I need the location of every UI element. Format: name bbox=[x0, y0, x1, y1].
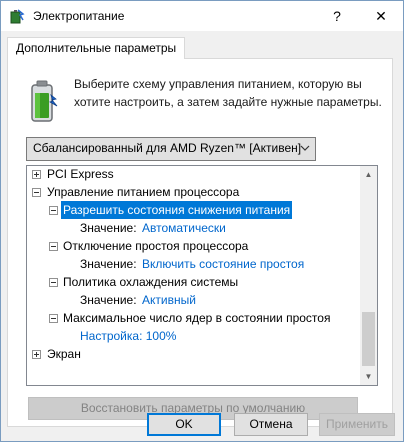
instructions-text: Выберите схему управления питанием, кото… bbox=[74, 77, 382, 109]
collapse-minus-icon[interactable] bbox=[32, 188, 41, 197]
tab-panel: Выберите схему управления питанием, кото… bbox=[7, 58, 393, 427]
value-link[interactable]: Включить состояние простоя bbox=[142, 255, 304, 273]
tree-item-idle-disable[interactable]: Отключение простоя процессора bbox=[27, 237, 357, 255]
scroll-down-icon[interactable]: ▼ bbox=[360, 368, 377, 385]
title-bar: Электропитание ? ✕ bbox=[1, 1, 403, 31]
ok-button[interactable]: OK bbox=[147, 413, 221, 436]
apply-button[interactable]: Применить bbox=[319, 413, 395, 436]
tree-item-cooling-policy[interactable]: Политика охлаждения системы bbox=[27, 273, 357, 291]
tree-item-max-idle-cores[interactable]: Максимальное число ядер в состоянии прос… bbox=[27, 309, 357, 327]
power-plan-dropdown[interactable]: Сбалансированный для AMD Ryzen™ [Активен… bbox=[26, 137, 316, 161]
tree-item-display[interactable]: Экран bbox=[27, 345, 357, 363]
tree-item-allow-throttle-states[interactable]: Разрешить состояния снижения питания bbox=[27, 201, 357, 219]
collapse-minus-icon[interactable] bbox=[49, 206, 58, 215]
tree-item-label-selected: Разрешить состояния снижения питания bbox=[61, 201, 293, 219]
help-button[interactable]: ? bbox=[319, 1, 355, 31]
collapse-minus-icon[interactable] bbox=[49, 314, 58, 323]
power-options-icon bbox=[10, 9, 25, 24]
tree-item-value[interactable]: Значение: Включить состояние простоя bbox=[27, 255, 357, 273]
tree-item-label: Политика охлаждения системы bbox=[63, 275, 239, 289]
expand-plus-icon[interactable] bbox=[32, 350, 41, 359]
tree-vertical-scrollbar[interactable]: ▲ ▼ bbox=[360, 166, 377, 385]
value-link[interactable]: Автоматически bbox=[142, 219, 226, 237]
tree-item-setting[interactable]: Настройка: 100% bbox=[27, 327, 357, 345]
value-prefix: Значение: bbox=[80, 257, 137, 271]
value-link[interactable]: Активный bbox=[142, 291, 196, 309]
window-title: Электропитание bbox=[33, 9, 125, 23]
tree-item-label: Управление питанием процессора bbox=[47, 185, 240, 199]
cancel-button[interactable]: Отмена bbox=[234, 413, 308, 436]
tree-item-processor-power[interactable]: Управление питанием процессора bbox=[27, 183, 357, 201]
tree-item-value[interactable]: Значение: Активный bbox=[27, 291, 357, 309]
power-options-window: Электропитание ? ✕ Дополнительные параме… bbox=[0, 0, 404, 442]
collapse-minus-icon[interactable] bbox=[49, 278, 58, 287]
power-plan-value: Сбалансированный для AMD Ryzen™ [Активен… bbox=[33, 141, 302, 155]
tree-item-pci-express[interactable]: PCI Express bbox=[27, 166, 357, 183]
tree-item-label: Отключение простоя процессора bbox=[63, 239, 249, 253]
battery-icon bbox=[31, 80, 58, 122]
scroll-up-icon[interactable]: ▲ bbox=[360, 166, 377, 183]
tree-item-label: PCI Express bbox=[47, 167, 114, 181]
tree-item-label: Максимальное число ядер в состоянии прос… bbox=[63, 311, 331, 325]
tree-item-value[interactable]: Значение: Автоматически bbox=[27, 219, 357, 237]
value-prefix: Значение: bbox=[80, 221, 137, 235]
scroll-thumb[interactable] bbox=[362, 312, 375, 366]
close-button[interactable]: ✕ bbox=[363, 1, 399, 31]
collapse-minus-icon[interactable] bbox=[49, 242, 58, 251]
setting-link[interactable]: Настройка: 100% bbox=[80, 327, 176, 345]
settings-tree-list: PCI Express Управление питанием процессо… bbox=[27, 166, 360, 385]
settings-tree[interactable]: PCI Express Управление питанием процессо… bbox=[26, 165, 378, 386]
dialog-content: Дополнительные параметры Выберите схему … bbox=[1, 31, 403, 441]
tab-advanced-settings[interactable]: Дополнительные параметры bbox=[7, 37, 186, 59]
expand-plus-icon[interactable] bbox=[32, 170, 41, 179]
tree-item-label: Экран bbox=[47, 347, 81, 361]
close-icon: ✕ bbox=[375, 7, 387, 24]
chevron-down-icon bbox=[300, 145, 310, 151]
value-prefix: Значение: bbox=[80, 293, 137, 307]
